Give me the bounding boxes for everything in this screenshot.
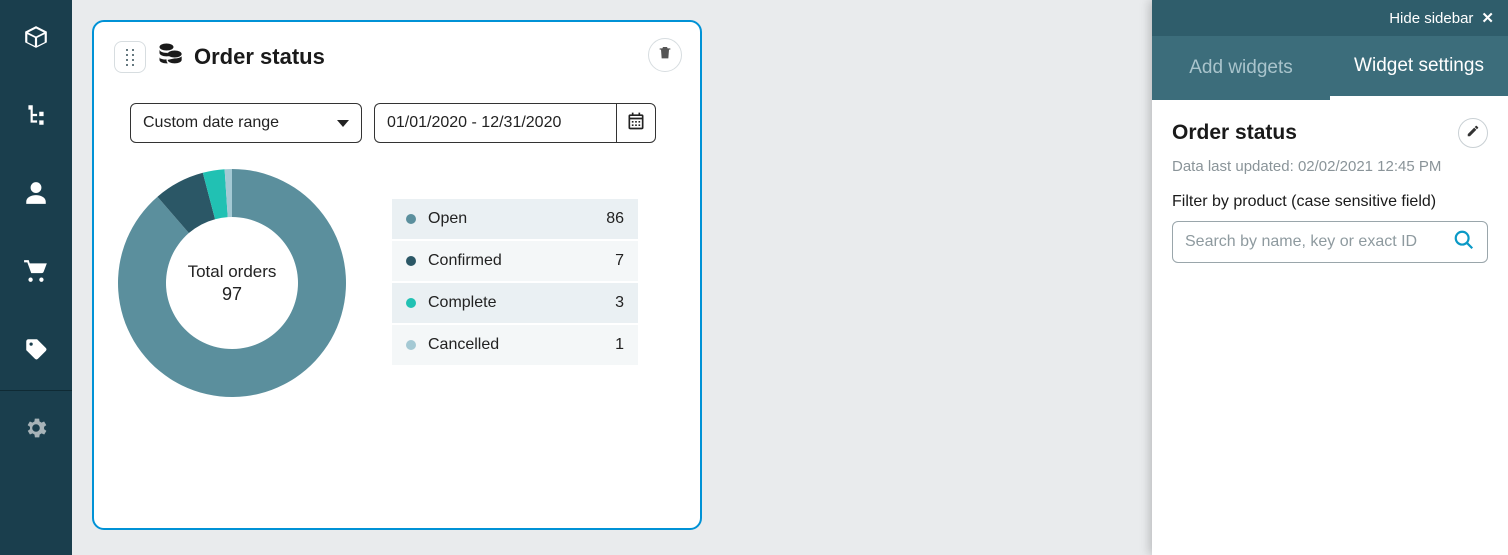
- legend-dot: [406, 256, 416, 266]
- sidebar-updated: Data last updated: 02/02/2021 12:45 PM: [1172, 158, 1488, 175]
- calendar-button[interactable]: [616, 103, 656, 143]
- sidebar-topbar: Hide sidebar ✕: [1152, 0, 1508, 36]
- nav-settings[interactable]: [0, 391, 72, 469]
- hide-sidebar-button[interactable]: Hide sidebar ✕: [1389, 9, 1494, 27]
- caret-down-icon: [337, 120, 349, 127]
- legend-dot: [406, 298, 416, 308]
- sidebar: Hide sidebar ✕ Add widgets Widget settin…: [1152, 0, 1508, 555]
- cart-icon: [23, 258, 49, 289]
- date-range-text: 01/01/2020 - 12/31/2020: [374, 103, 616, 143]
- tag-icon: [23, 336, 49, 367]
- main-area: Order status Custom date range 01/01/202…: [72, 0, 1152, 555]
- legend-list: Open86Confirmed7Complete3Cancelled1: [392, 199, 638, 367]
- legend-label: Complete: [428, 294, 615, 312]
- hierarchy-icon: [23, 102, 49, 133]
- hide-sidebar-label: Hide sidebar: [1389, 10, 1473, 27]
- calendar-icon: [626, 111, 646, 136]
- box-icon: [23, 24, 49, 55]
- nav-cart[interactable]: [0, 234, 72, 312]
- sidebar-tabs: Add widgets Widget settings: [1152, 36, 1508, 100]
- legend-dot: [406, 214, 416, 224]
- nav-user[interactable]: [0, 156, 72, 234]
- legend-dot: [406, 340, 416, 350]
- date-mode-select[interactable]: Custom date range: [130, 103, 362, 143]
- filter-label: Filter by product (case sensitive field): [1172, 193, 1488, 211]
- date-range-picker[interactable]: 01/01/2020 - 12/31/2020: [374, 103, 656, 143]
- order-status-widget: Order status Custom date range 01/01/202…: [92, 20, 702, 530]
- donut-chart: Total orders 97: [112, 163, 352, 403]
- close-icon: ✕: [1481, 9, 1494, 27]
- coins-icon: [156, 40, 184, 73]
- trash-icon: [657, 45, 673, 66]
- sidebar-widget-title: Order status: [1172, 121, 1297, 145]
- product-search-input[interactable]: [1185, 233, 1443, 251]
- nav-hierarchy[interactable]: [0, 78, 72, 156]
- legend-value: 3: [615, 294, 624, 312]
- left-nav: [0, 0, 72, 555]
- delete-widget-button[interactable]: [648, 38, 682, 72]
- legend-row[interactable]: Complete3: [392, 283, 638, 325]
- widget-title: Order status: [194, 44, 325, 70]
- product-search[interactable]: [1172, 221, 1488, 263]
- legend-label: Open: [428, 210, 606, 228]
- legend-row[interactable]: Cancelled1: [392, 325, 638, 367]
- updated-prefix: Data last updated:: [1172, 158, 1294, 175]
- drag-icon: [125, 49, 135, 65]
- gear-icon: [23, 415, 49, 446]
- legend-label: Cancelled: [428, 336, 615, 354]
- donut-center-value: 97: [222, 284, 242, 305]
- legend-value: 86: [606, 210, 624, 228]
- nav-tag[interactable]: [0, 312, 72, 390]
- tab-widget-settings[interactable]: Widget settings: [1330, 36, 1508, 100]
- search-icon: [1453, 229, 1475, 256]
- legend-row[interactable]: Confirmed7: [392, 241, 638, 283]
- legend-value: 7: [615, 252, 624, 270]
- user-icon: [23, 180, 49, 211]
- drag-handle[interactable]: [114, 41, 146, 73]
- pencil-icon: [1466, 124, 1480, 143]
- date-mode-label: Custom date range: [143, 114, 279, 132]
- donut-center-label: Total orders: [188, 262, 277, 282]
- updated-value: 02/02/2021 12:45 PM: [1298, 158, 1441, 175]
- legend-label: Confirmed: [428, 252, 615, 270]
- nav-box[interactable]: [0, 0, 72, 78]
- legend-row[interactable]: Open86: [392, 199, 638, 241]
- tab-add-widgets[interactable]: Add widgets: [1152, 36, 1330, 100]
- edit-title-button[interactable]: [1458, 118, 1488, 148]
- legend-value: 1: [615, 336, 624, 354]
